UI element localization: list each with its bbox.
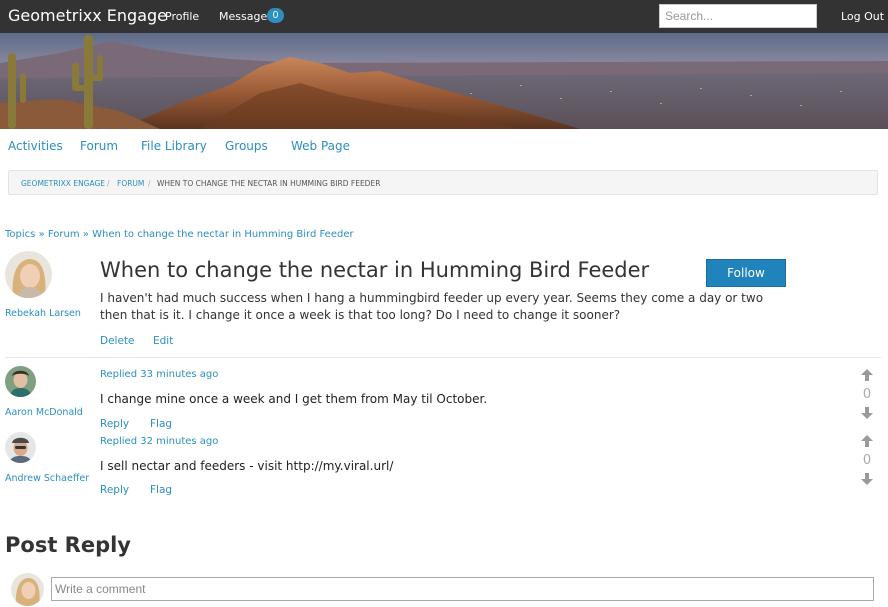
tab-activities[interactable]: Activities xyxy=(8,139,63,153)
reply-timestamp: Replied 32 minutes ago xyxy=(100,436,219,447)
flag-link[interactable]: Flag xyxy=(150,418,172,430)
desert-mountain-illustration xyxy=(0,33,888,129)
arrow-up-icon[interactable] xyxy=(860,434,874,448)
follow-button[interactable]: Follow xyxy=(706,259,786,287)
breadcrumb-item-forum[interactable]: FORUM xyxy=(117,179,144,188)
breadcrumb: GEOMETRIXX ENGAGE / FORUM / WHEN TO CHAN… xyxy=(8,170,878,195)
nav-profile-link[interactable]: Profile xyxy=(165,10,199,23)
reply-author-name[interactable]: Andrew Schaeffer xyxy=(5,473,89,484)
reply-timestamp: Replied 33 minutes ago xyxy=(100,369,219,380)
topic-path-forum-link[interactable]: Forum xyxy=(48,229,80,240)
brand-logo[interactable]: Geometrixx Engage xyxy=(8,6,167,25)
post-title: When to change the nectar in Humming Bir… xyxy=(100,258,650,282)
reply-link[interactable]: Reply xyxy=(100,418,129,430)
reply-link[interactable]: Reply xyxy=(100,484,129,496)
avatar xyxy=(11,573,44,606)
topic-path: Topics » Forum » When to change the nect… xyxy=(5,229,354,240)
arrow-down-icon[interactable] xyxy=(860,472,874,486)
breadcrumb-separator: / xyxy=(107,179,110,188)
messages-count-badge[interactable]: 0 xyxy=(267,8,284,23)
comment-input[interactable] xyxy=(51,577,874,601)
user-avatar-icon xyxy=(5,251,52,298)
tab-groups[interactable]: Groups xyxy=(225,139,268,153)
topic-path-separator: » xyxy=(38,229,45,240)
user-avatar-icon xyxy=(5,432,36,463)
user-avatar-icon xyxy=(11,573,44,606)
avatar[interactable] xyxy=(5,251,52,298)
post-reply-heading: Post Reply xyxy=(5,533,131,557)
arrow-up-icon[interactable] xyxy=(860,368,874,382)
vote-count: 0 xyxy=(862,453,872,468)
logout-link[interactable]: Log Out xyxy=(841,10,884,23)
divider xyxy=(5,357,881,358)
arrow-down-icon[interactable] xyxy=(860,406,874,420)
avatar[interactable] xyxy=(5,432,36,463)
edit-post-link[interactable]: Edit xyxy=(153,335,173,347)
post-author-name[interactable]: Rebekah Larsen xyxy=(5,308,81,319)
breadcrumb-separator: / xyxy=(148,179,151,188)
breadcrumb-item-home[interactable]: GEOMETRIXX ENGAGE xyxy=(21,179,105,188)
flag-link[interactable]: Flag xyxy=(150,484,172,496)
nav-messages-link[interactable]: Messages xyxy=(219,10,273,23)
breadcrumb-item-current: WHEN TO CHANGE THE NECTAR IN HUMMING BIR… xyxy=(157,179,381,188)
tab-forum[interactable]: Forum xyxy=(80,139,118,153)
tab-web-page[interactable]: Web Page xyxy=(291,139,350,153)
topic-path-separator: » xyxy=(82,229,89,240)
topic-path-topics-link[interactable]: Topics xyxy=(5,229,35,240)
top-navbar: Geometrixx Engage Profile Messages 0 Log… xyxy=(0,0,888,33)
topic-path-current[interactable]: When to change the nectar in Humming Bir… xyxy=(92,229,354,240)
post-body: I haven't had much success when I hang a… xyxy=(100,291,764,322)
search-input[interactable] xyxy=(659,4,817,28)
header-banner-image xyxy=(0,33,888,129)
avatar[interactable] xyxy=(5,366,36,397)
reply-author-name[interactable]: Aaron McDonald xyxy=(5,407,83,418)
delete-post-link[interactable]: Delete xyxy=(100,335,135,347)
reply-body: I change mine once a week and I get them… xyxy=(100,392,488,406)
tab-file-library[interactable]: File Library xyxy=(141,139,207,153)
user-avatar-icon xyxy=(5,366,36,397)
vote-count: 0 xyxy=(862,387,872,402)
reply-body: I sell nectar and feeders - visit http:/… xyxy=(100,459,394,473)
